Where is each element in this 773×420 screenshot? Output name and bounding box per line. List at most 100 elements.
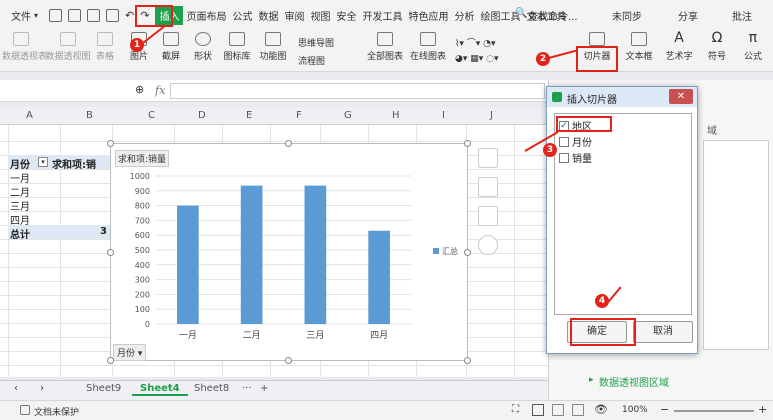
column-h[interactable]: H <box>392 110 400 121</box>
pivot-table-button[interactable]: 数据透视表 <box>2 32 47 62</box>
tab-sheet4[interactable]: Sheet4 <box>132 383 188 396</box>
zoom-level[interactable]: 100% <box>622 405 648 415</box>
share-button[interactable]: 分享 <box>678 8 698 23</box>
search-command[interactable]: 查找命令... <box>528 8 578 23</box>
line-chart-small-icon[interactable]: ⌇▾ ⌒▾ ◔▾ <box>455 36 496 49</box>
pivot-header-sum[interactable]: 求和项:销 <box>52 156 96 171</box>
table-button[interactable]: 表格 <box>94 32 116 62</box>
pivot-header-month[interactable]: 月份 <box>10 156 30 171</box>
tab-review[interactable]: 审阅 <box>281 8 307 23</box>
flowchart-button[interactable]: 流程图 <box>298 54 325 67</box>
resize-handle[interactable] <box>285 140 292 147</box>
all-charts-button[interactable]: 全部图表 <box>366 32 404 62</box>
column-f[interactable]: F <box>296 110 302 121</box>
search-icon[interactable]: 🔍 <box>515 8 527 19</box>
pivot-row-label[interactable]: 三月 <box>10 198 30 213</box>
cancel-button[interactable]: 取消 <box>633 321 693 343</box>
tab-formula[interactable]: 公式 <box>229 8 255 23</box>
resize-handle[interactable] <box>464 357 471 364</box>
preview-icon[interactable] <box>106 8 120 22</box>
field-option-month[interactable]: 月份 <box>559 134 592 149</box>
y-tick-label: 600 <box>135 231 150 240</box>
icon-library-button[interactable]: 图标库 <box>220 32 254 62</box>
zoom-slider[interactable] <box>674 410 754 412</box>
column-d[interactable]: D <box>198 110 206 121</box>
export-icon[interactable] <box>68 8 82 22</box>
tab-sheet8[interactable]: Sheet8 <box>186 383 237 394</box>
pivot-chart-button[interactable]: 数据透视图 <box>44 32 92 62</box>
pivot-total-value[interactable]: 3 <box>100 226 107 237</box>
column-b[interactable]: B <box>86 110 93 121</box>
view-normal-icon[interactable]: ⛶ <box>512 404 519 415</box>
tab-developer[interactable]: 开发工具 <box>359 8 405 23</box>
grid-line <box>514 125 515 377</box>
print-icon[interactable] <box>87 8 101 22</box>
screenshot-button[interactable]: 截屏 <box>158 32 184 62</box>
close-icon[interactable]: ✕ <box>669 89 693 104</box>
field-list: ✓ 地区 月份 销量 <box>554 113 692 315</box>
mindmap-button[interactable]: 思维导图 <box>298 36 334 49</box>
zoom-in-icon[interactable]: + <box>758 403 767 416</box>
tab-security[interactable]: 安全 <box>333 8 359 23</box>
chart-style-icon[interactable] <box>478 177 498 197</box>
function-chart-button[interactable]: 功能图 <box>256 32 290 62</box>
column-g[interactable]: G <box>344 110 352 121</box>
pane-expand-icon[interactable]: ▸ <box>589 375 594 385</box>
checkbox-icon[interactable] <box>559 152 569 163</box>
tab-scroll-right-icon[interactable]: › <box>40 383 44 394</box>
column-e[interactable]: E <box>246 110 252 121</box>
read-mode-icon[interactable]: 👁 <box>594 403 608 416</box>
column-j[interactable]: J <box>490 110 493 121</box>
tab-scroll-left-icon[interactable]: ‹ <box>14 383 18 394</box>
symbol-button[interactable]: Ω 符号 <box>704 31 730 62</box>
pivot-total-label[interactable]: 总计 <box>10 226 30 241</box>
online-charts-button[interactable]: 在线图表 <box>408 32 448 62</box>
view-break-icon[interactable] <box>572 404 584 416</box>
checkbox-icon[interactable] <box>559 136 569 147</box>
comment-button[interactable]: 批注 <box>732 8 752 23</box>
save-icon[interactable] <box>49 8 63 22</box>
formula-button[interactable]: π 公式 <box>738 31 768 62</box>
menu-file[interactable]: 文件 <box>8 8 34 23</box>
view-grid-icon[interactable] <box>532 404 544 416</box>
chart-elements-icon[interactable] <box>478 148 498 168</box>
wordart-button[interactable]: A 艺术字 <box>662 31 696 62</box>
resize-handle[interactable] <box>285 357 292 364</box>
chart-filter-button[interactable]: 月份 ▾ <box>113 344 147 361</box>
textbox-button[interactable]: 文本框 <box>622 32 656 62</box>
view-page-icon[interactable] <box>552 404 564 416</box>
resize-handle[interactable] <box>464 140 471 147</box>
field-option-sales[interactable]: 销量 <box>559 150 592 165</box>
chart-title[interactable]: 求和项:销量 <box>115 150 170 167</box>
zoom-icon[interactable]: ⊕ <box>135 83 144 96</box>
tab-view[interactable]: 视图 <box>307 8 333 23</box>
tab-page-layout[interactable]: 页面布局 <box>183 8 229 23</box>
bar <box>304 185 327 324</box>
pivot-chart[interactable]: 0 100 200 300 400 500 600 700 800 900 1000 一月 二月 三月 四月… <box>110 143 468 361</box>
shape-button[interactable]: 形状 <box>190 32 216 62</box>
pie-chart-small-icon[interactable]: ◕▾ ▦▾ ◌▾ <box>455 54 498 64</box>
chart-settings-icon[interactable] <box>478 235 498 255</box>
resize-handle[interactable] <box>107 140 114 147</box>
resize-handle[interactable] <box>464 249 471 256</box>
filter-dropdown-icon[interactable]: ▾ <box>38 157 48 167</box>
resize-handle[interactable] <box>107 357 114 364</box>
chart-filter-icon[interactable] <box>478 206 498 226</box>
tab-analyze[interactable]: 分析 <box>451 8 477 23</box>
protect-status[interactable]: 文档未保护 <box>34 405 79 418</box>
sync-status[interactable]: 未同步 <box>612 8 642 23</box>
undo-icon[interactable]: ↶ <box>125 9 134 22</box>
add-sheet-button[interactable]: + <box>252 383 276 394</box>
zoom-out-icon[interactable]: − <box>660 403 669 416</box>
column-c[interactable]: C <box>148 110 155 121</box>
column-i[interactable]: I <box>442 110 445 121</box>
pivot-row-label[interactable]: 一月 <box>10 170 30 185</box>
column-a[interactable]: A <box>26 110 33 121</box>
resize-handle[interactable] <box>107 249 114 256</box>
formula-input[interactable] <box>170 83 545 99</box>
tab-special[interactable]: 特色应用 <box>405 8 451 23</box>
pivot-row-label[interactable]: 二月 <box>10 184 30 199</box>
tab-data[interactable]: 数据 <box>255 8 281 23</box>
tab-sheet9[interactable]: Sheet9 <box>78 383 129 394</box>
pivot-row-label[interactable]: 四月 <box>10 212 30 227</box>
